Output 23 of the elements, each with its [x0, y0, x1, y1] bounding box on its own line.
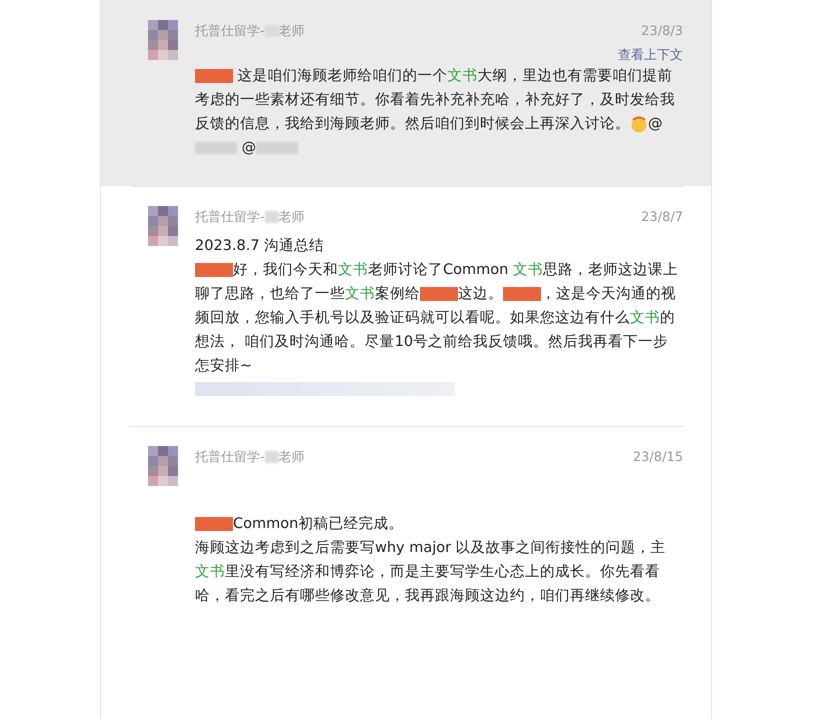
redaction-bar	[195, 517, 233, 532]
message-date: 23/8/3	[641, 24, 683, 38]
message-date: 23/8/7	[641, 210, 683, 224]
message-text: 2023.8.7 沟通总结	[195, 237, 326, 256]
message-item[interactable]: 托普仕留学- 老师 23/8/7 2023.8.7 沟通总结 好，我们今天和文书老师讨论了Common 文书思路，老师这边课上聊了思路，也给了一些文书案例给 这边。 ，这是今天沟通的视频回放，您输入手机号以及验证码就可以看呢。如果您这边有什么文书的想法， 咱们及时沟通哈。尽量10号之前给我反馈哦。然后我再看下一步怎安排~	[101, 186, 711, 426]
message-item[interactable]: 托普仕留学- 老师 23/8/15 Common初稿已经完成。 海顾这边考虑到之后需要写why major 以及故事之间衔接性的问题，主 文书里没有写经济和博弈论，而是主要写学生心态上的成长。你先看看哈，看完之后有哪些修改意见，我再跟海顾这边约，咱们再继续修改。	[101, 426, 711, 634]
message-text: 海顾这边考虑到之后需要写why major 以及故事之间衔接性的问题，主 文书里没有写经济和博弈论，而是主要写学生心态上的成长。你先看看哈，看完之后有哪些修改意见，我再跟海顾这边约，咱们再继续修改。	[195, 538, 667, 606]
redaction-bar	[195, 69, 233, 84]
message-item[interactable]: 托普仕留学- 老师 23/8/3 查看上下文 这是咱们海顾老师给咱们的一个文书大纲，里边也有需要咱们提前考虑的一些素材还有细节。你看着先补充补充哈，补充好了，及时发给我反馈的信息，我给到海顾老师。然后咱们到时候会上再深入讨论。 @ @	[101, 0, 711, 186]
sender-name: 托普仕留学- 老师	[195, 22, 305, 40]
blurred-mark	[264, 211, 279, 223]
message-text: 好，我们今天和文书老师讨论了Common 文书思路，老师这边课上聊了思路，也给了一些文书案例给 这边。 ，这是今天沟通的视频回放，您输入手机号以及验证码就可以看呢。如果您这边有什么文书的想法， 咱们及时沟通哈。尽量10号之前给我反馈哦。然后我再看下一步怎安排~	[195, 261, 679, 376]
redaction-bar	[503, 287, 541, 302]
sender-name: 托普仕留学- 老师	[195, 208, 305, 226]
sender-name: 托普仕留学- 老师	[195, 448, 305, 466]
message-date: 23/8/15	[632, 450, 683, 464]
emoji-icon	[630, 115, 648, 134]
redaction-bar	[195, 263, 233, 278]
view-context-link[interactable]: 查看上下文	[618, 46, 683, 64]
message-text: Common初稿已经完成。	[195, 512, 680, 536]
blurred-mark	[264, 451, 279, 463]
redaction-bar	[420, 287, 458, 302]
message-text: 这是咱们海顾老师给咱们的一个文书大纲，里边也有需要咱们提前考虑的一些素材还有细节。你看着先补充补充哈，补充好了，及时发给我反馈的信息，我给到海顾老师。然后咱们到时候会上再深入讨论。 @ @	[195, 67, 676, 158]
